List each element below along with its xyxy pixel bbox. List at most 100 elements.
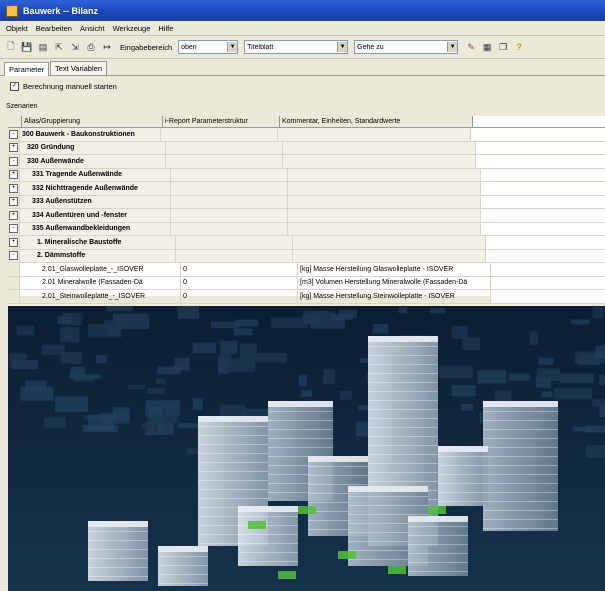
- table-row[interactable]: -300 Bauwerk - Baukonstruktionen: [8, 128, 605, 142]
- expand-icon[interactable]: +: [9, 143, 18, 153]
- column-header-comment[interactable]: Kommentar, Einheiten, Standardwerte: [280, 116, 473, 127]
- tab-parameter[interactable]: Parameter: [4, 62, 50, 76]
- cell-comment[interactable]: [m3] Volumen Herstellung Mineralwolle (F…: [298, 276, 491, 289]
- expand-icon[interactable]: +: [9, 183, 18, 193]
- table-row[interactable]: +334 Außentüren und -fenster: [8, 209, 605, 223]
- row-expander[interactable]: +: [8, 236, 20, 249]
- cell-parameter[interactable]: 0: [181, 263, 298, 276]
- export-icon[interactable]: ⇱: [52, 40, 66, 54]
- collapse-icon[interactable]: -: [9, 251, 18, 261]
- column-header-alias[interactable]: Alias/Gruppierung: [22, 116, 163, 127]
- cell-alias[interactable]: 1. Mineralische Baustoffe: [20, 236, 176, 249]
- expand-icon[interactable]: +: [9, 170, 18, 180]
- collapse-icon[interactable]: -: [9, 156, 18, 166]
- cell-comment[interactable]: [278, 128, 471, 141]
- eingabebereich-select[interactable]: oben ▼: [178, 40, 239, 54]
- menu-ansicht[interactable]: Ansicht: [76, 24, 109, 33]
- cell-comment[interactable]: [288, 195, 481, 208]
- print-icon[interactable]: ⎙: [84, 40, 98, 54]
- menu-werkzeuge[interactable]: Werkzeuge: [109, 24, 155, 33]
- cell-comment[interactable]: [288, 209, 481, 222]
- cell-comment[interactable]: [kg] Masse Herstellung Steinwolleplatte …: [298, 290, 491, 303]
- cell-parameter[interactable]: [161, 128, 278, 141]
- cell-comment[interactable]: [293, 236, 486, 249]
- row-expander[interactable]: +: [8, 182, 20, 195]
- cell-parameter[interactable]: [171, 168, 288, 181]
- menu-bearbeiten[interactable]: Bearbeiten: [32, 24, 76, 33]
- cell-parameter[interactable]: 0: [181, 290, 298, 303]
- cell-alias[interactable]: 300 Bauwerk - Baukonstruktionen: [20, 128, 161, 141]
- brush-icon[interactable]: ✎: [464, 40, 478, 54]
- table-row[interactable]: 2.01_Glaswolleplatte_-_ISOVER 0 [kg] Masse…: [8, 263, 605, 277]
- berechnung-checkbox[interactable]: ✓: [10, 81, 19, 91]
- cell-parameter[interactable]: [166, 155, 283, 168]
- cell-parameter[interactable]: [171, 182, 288, 195]
- cell-comment[interactable]: [283, 141, 476, 154]
- cell-comment[interactable]: [288, 182, 481, 195]
- collapse-icon[interactable]: -: [9, 224, 18, 234]
- table-row[interactable]: -2. Dämmstoffe: [8, 249, 605, 263]
- titelblatt-select[interactable]: Titelblatt ▼: [244, 40, 349, 54]
- table-row[interactable]: +333 Außenstützen: [8, 195, 605, 209]
- cell-alias[interactable]: 320 Gründung: [20, 141, 166, 154]
- cell-alias[interactable]: 334 Außentüren und -fenster: [20, 209, 171, 222]
- tab-text-variablen[interactable]: Text Variablen: [50, 61, 107, 75]
- gehe-zu-select[interactable]: Gehe zu ▼: [354, 40, 459, 54]
- cell-alias[interactable]: 330 Außenwände: [20, 155, 166, 168]
- cell-alias[interactable]: 2. Dämmstoffe: [20, 249, 176, 262]
- cell-parameter[interactable]: [171, 209, 288, 222]
- cell-alias[interactable]: 335 Außenwandbekleidungen: [20, 222, 171, 235]
- report-icon[interactable]: ▦: [480, 40, 494, 54]
- collapse-icon[interactable]: -: [9, 129, 18, 139]
- windows-icon[interactable]: ❐: [496, 40, 510, 54]
- table-row[interactable]: -330 Außenwände: [8, 155, 605, 169]
- cell-alias[interactable]: 333 Außenstützen: [20, 195, 171, 208]
- table-row[interactable]: +332 Nichttragende Außenwände: [8, 182, 605, 196]
- new-document-icon[interactable]: 🗋: [4, 40, 18, 54]
- berechnung-option[interactable]: ✓ Berechnung manuell starten: [0, 76, 605, 96]
- import-icon[interactable]: ⇲: [68, 40, 82, 54]
- table-row[interactable]: -335 Außenwandbekleidungen: [8, 222, 605, 236]
- chevron-down-icon[interactable]: ▼: [227, 42, 238, 52]
- table-row[interactable]: +1. Mineralische Baustoffe: [8, 236, 605, 250]
- cell-comment[interactable]: [283, 155, 476, 168]
- row-expander[interactable]: +: [8, 141, 20, 154]
- row-expander[interactable]: -: [8, 128, 20, 141]
- expand-icon[interactable]: +: [9, 237, 18, 247]
- menu-objekt[interactable]: Objekt: [2, 24, 32, 33]
- chevron-down-icon[interactable]: ▼: [337, 42, 348, 52]
- cell-comment[interactable]: [293, 249, 486, 262]
- row-expander[interactable]: +: [8, 209, 20, 222]
- cell-alias[interactable]: 2.01_Steinwolleplatte_-_ISOVER: [20, 290, 181, 303]
- cell-parameter[interactable]: [171, 222, 288, 235]
- goto-line-icon[interactable]: ↦: [100, 40, 114, 54]
- row-expander[interactable]: -: [8, 155, 20, 168]
- row-expander[interactable]: -: [8, 222, 20, 235]
- help-icon[interactable]: ?: [512, 40, 526, 54]
- cell-comment[interactable]: [288, 168, 481, 181]
- cell-parameter[interactable]: [176, 236, 293, 249]
- table-row[interactable]: 2.01 Mineralwolle (Fassaden-Dä 0 [m3] Volu…: [8, 276, 605, 290]
- table-row[interactable]: +331 Tragende Außenwände: [8, 168, 605, 182]
- menu-hilfe[interactable]: Hilfe: [154, 24, 177, 33]
- cell-comment[interactable]: [kg] Masse Herstellung Glaswolleplatte -…: [298, 263, 491, 276]
- cell-alias[interactable]: 2.01_Glaswolleplatte_-_ISOVER: [20, 263, 181, 276]
- row-expander[interactable]: -: [8, 249, 20, 262]
- column-header-parameter[interactable]: i-Report Parameterstruktur: [163, 116, 280, 127]
- cell-alias[interactable]: 2.01 Mineralwolle (Fassaden-Dä: [20, 276, 181, 289]
- save-all-icon[interactable]: ▤: [36, 40, 50, 54]
- expand-icon[interactable]: +: [9, 210, 18, 220]
- cell-comment[interactable]: [288, 222, 481, 235]
- cell-parameter[interactable]: [171, 195, 288, 208]
- cell-alias[interactable]: 331 Tragende Außenwände: [20, 168, 171, 181]
- cell-parameter[interactable]: 0: [181, 276, 298, 289]
- chevron-down-icon[interactable]: ▼: [447, 42, 458, 52]
- cell-parameter[interactable]: [176, 249, 293, 262]
- table-row[interactable]: +320 Gründung: [8, 141, 605, 155]
- cell-alias[interactable]: 332 Nichttragende Außenwände: [20, 182, 171, 195]
- expand-icon[interactable]: +: [9, 197, 18, 207]
- row-expander[interactable]: +: [8, 195, 20, 208]
- table-row[interactable]: 2.01_Steinwolleplatte_-_ISOVER 0 [kg] Mass…: [8, 290, 605, 304]
- row-expander[interactable]: +: [8, 168, 20, 181]
- cell-parameter[interactable]: [166, 141, 283, 154]
